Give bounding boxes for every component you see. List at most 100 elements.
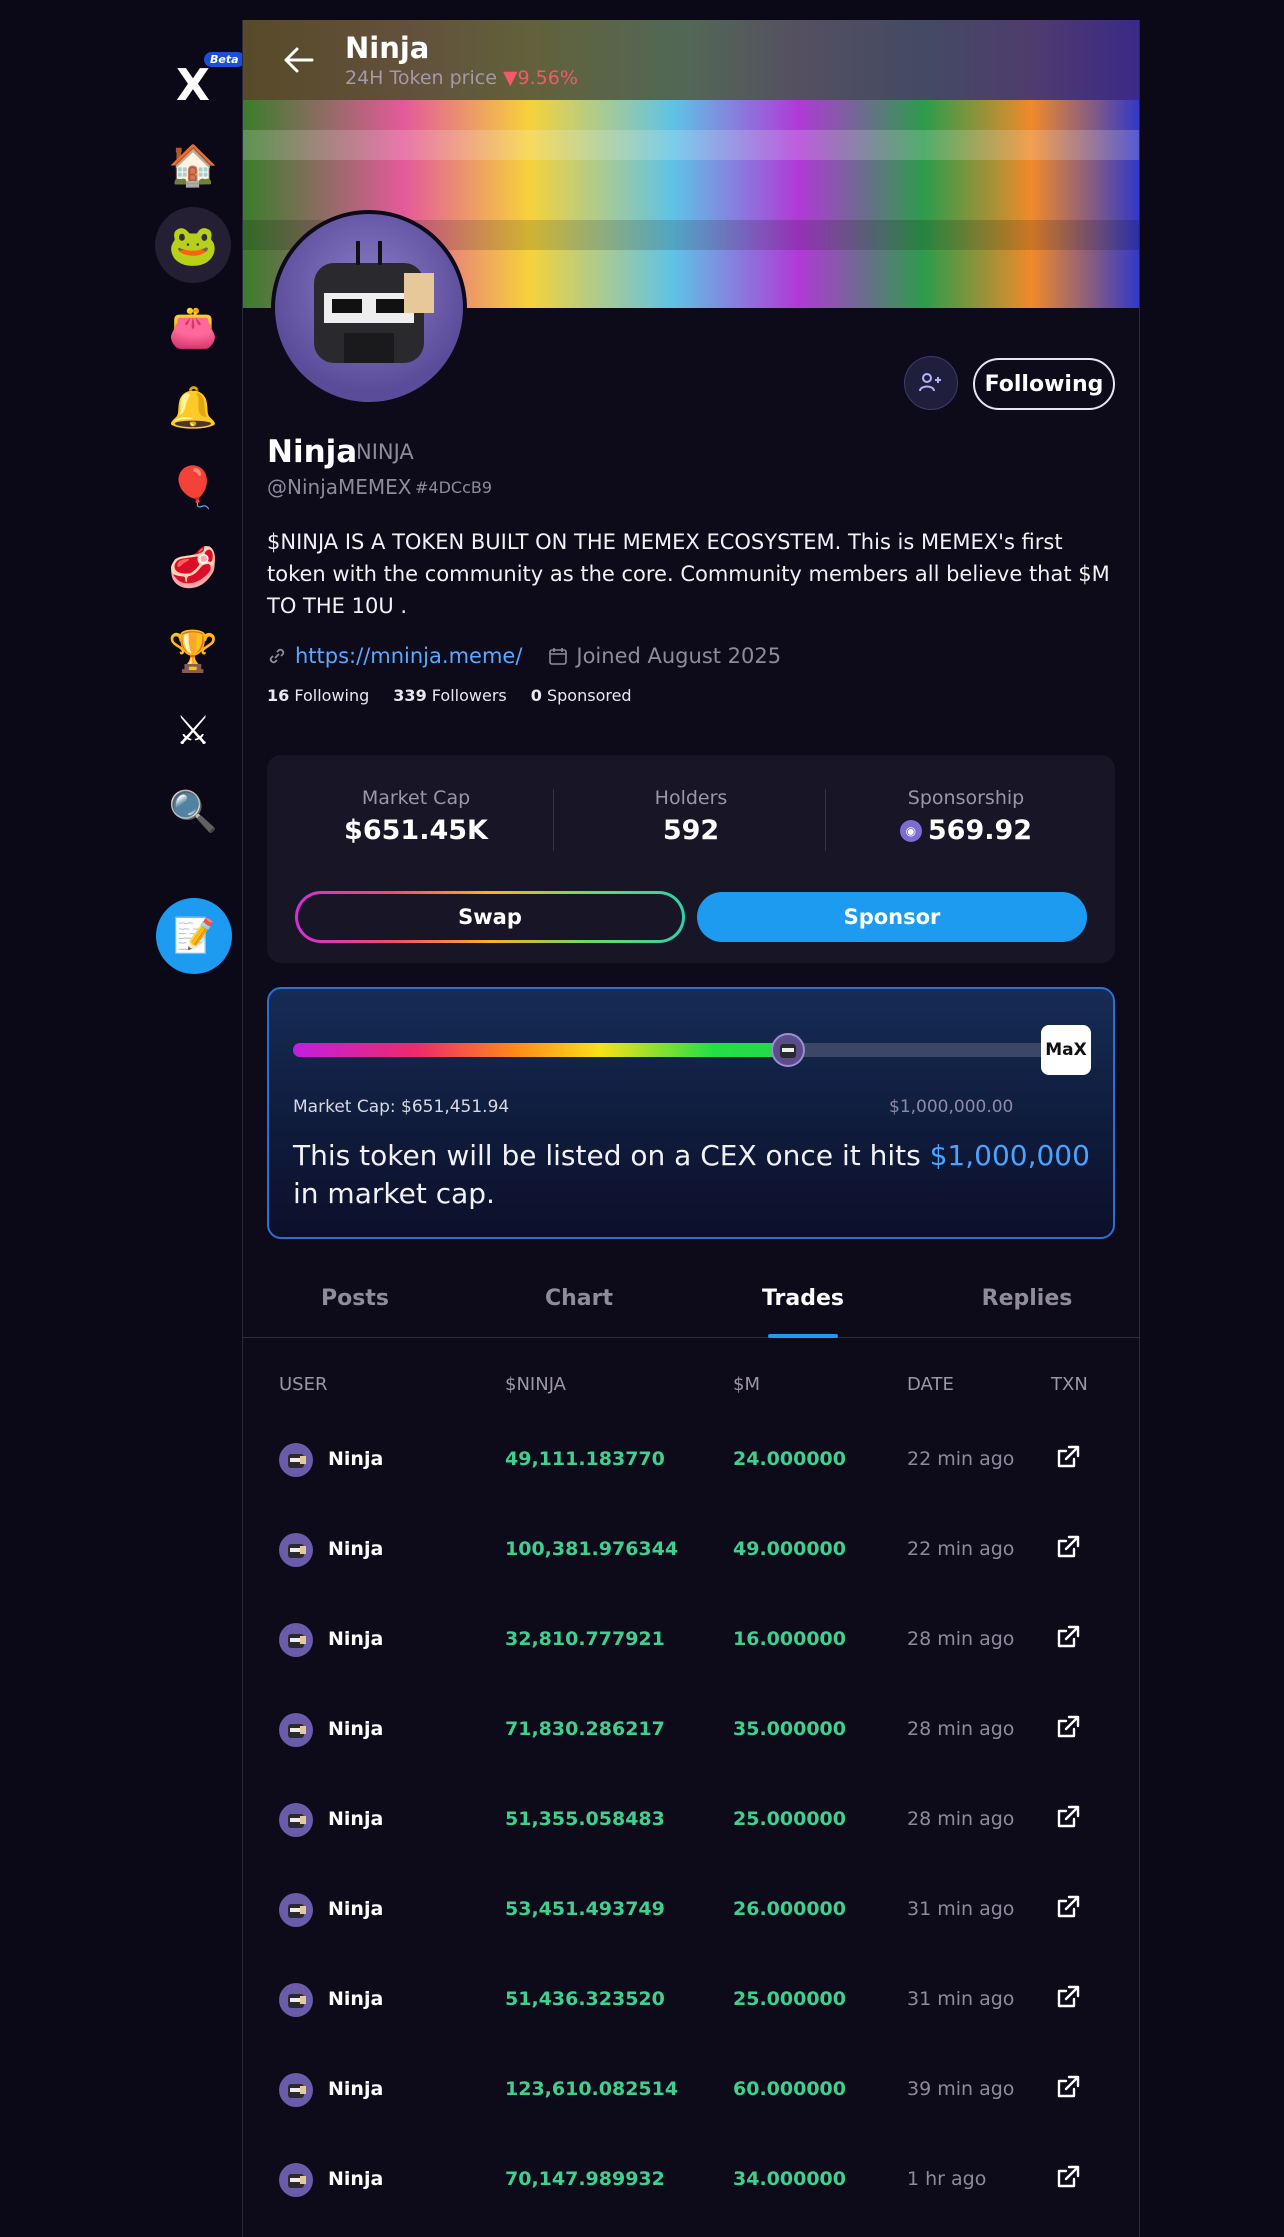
trade-date: 39 min ago xyxy=(907,2078,1015,2100)
trade-user[interactable]: Ninja xyxy=(328,2078,383,2100)
profile-name: Ninja xyxy=(267,434,358,470)
trade-date: 1 hr ago xyxy=(907,2168,987,2190)
user-avatar[interactable] xyxy=(279,1713,313,1747)
external-link-icon[interactable] xyxy=(1055,2164,1083,2192)
trade-row: Ninja 32,810.777921 16.000000 28 min ago xyxy=(243,1604,1139,1694)
external-link-icon[interactable] xyxy=(1055,1984,1083,2012)
leaderboard-icon: 🏆 xyxy=(168,628,218,675)
col-date: DATE xyxy=(907,1374,954,1395)
external-link-icon[interactable] xyxy=(1055,1714,1083,1742)
swords-icon: ⚔ xyxy=(175,708,211,754)
sponsor-people-button[interactable] xyxy=(904,356,958,410)
sidebar-item-home[interactable]: 🏠 xyxy=(150,130,236,200)
trade-row: Ninja 51,355.058483 25.000000 28 min ago xyxy=(243,1784,1139,1874)
balloon-icon: 🎈 xyxy=(168,464,218,511)
external-link-icon[interactable] xyxy=(1055,1894,1083,1922)
tab-posts[interactable]: Posts xyxy=(243,1260,467,1337)
sidebar-item-balloon[interactable]: 🎈 xyxy=(150,452,236,522)
trade-user[interactable]: Ninja xyxy=(328,1718,383,1740)
external-link-icon[interactable] xyxy=(1055,1804,1083,1832)
user-avatar[interactable] xyxy=(279,2073,313,2107)
sponsor-coin-icon: ◉ xyxy=(899,819,922,842)
joined-date: Joined August 2025 xyxy=(576,644,782,668)
trade-user[interactable]: Ninja xyxy=(328,1538,383,1560)
user-avatar[interactable] xyxy=(279,2163,313,2197)
trade-user[interactable]: Ninja xyxy=(328,1628,383,1650)
cex-message: This token will be listed on a CEX once … xyxy=(293,1139,1090,1210)
header-title: Ninja xyxy=(345,31,430,65)
trade-user[interactable]: Ninja xyxy=(328,2168,383,2190)
external-link-icon[interactable] xyxy=(1055,1534,1083,1562)
trade-date: 31 min ago xyxy=(907,1988,1015,2010)
user-avatar[interactable] xyxy=(279,1443,313,1477)
user-avatar[interactable] xyxy=(279,1893,313,1927)
trade-date: 31 min ago xyxy=(907,1898,1015,1920)
trade-user[interactable]: Ninja xyxy=(328,1988,383,2010)
user-avatar[interactable] xyxy=(279,1623,313,1657)
sidebar-item-wallet[interactable]: 👛 xyxy=(150,292,236,362)
external-link-icon[interactable] xyxy=(1055,2074,1083,2102)
trade-token-amount: 51,436.323520 xyxy=(505,1988,665,2010)
tab-replies[interactable]: Replies xyxy=(915,1260,1139,1337)
trade-date: 28 min ago xyxy=(907,1628,1015,1650)
profile-avatar[interactable] xyxy=(271,210,467,406)
trade-token-amount: 32,810.777921 xyxy=(505,1628,665,1650)
compose-button[interactable]: 📝 xyxy=(156,898,232,974)
col-user: USER xyxy=(279,1374,328,1395)
sidebar-item-leaderboard[interactable]: 🏆 xyxy=(150,616,236,686)
swap-button[interactable]: Swap xyxy=(295,891,685,943)
trade-token-amount: 100,381.976344 xyxy=(505,1538,679,1560)
sponsorship-stat: Sponsorship ◉ 569.92 xyxy=(831,787,1101,846)
trade-m-amount: 26.000000 xyxy=(733,1898,846,1920)
trade-user[interactable]: Ninja xyxy=(328,1898,383,1920)
trade-date: 22 min ago xyxy=(907,1538,1015,1560)
meat-icon: 🥩 xyxy=(168,544,218,591)
profile-meta: https://mninja.meme/ Joined August 2025 xyxy=(267,644,781,668)
trade-token-amount: 53,451.493749 xyxy=(505,1898,665,1920)
external-link-icon[interactable] xyxy=(1055,1624,1083,1652)
trade-m-amount: 25.000000 xyxy=(733,1988,846,2010)
user-avatar[interactable] xyxy=(279,1533,313,1567)
profile-tabs: Posts Chart Trades Replies xyxy=(243,1260,1139,1338)
tab-trades[interactable]: Trades xyxy=(691,1260,915,1337)
trade-token-amount: 71,830.286217 xyxy=(505,1718,665,1740)
trade-token-amount: 49,111.183770 xyxy=(505,1448,665,1470)
x-logo-icon: X Beta xyxy=(176,51,245,111)
sponsor-button[interactable]: Sponsor xyxy=(697,892,1087,942)
beta-badge: Beta xyxy=(204,51,245,67)
trade-date: 28 min ago xyxy=(907,1718,1015,1740)
link-icon xyxy=(269,648,285,664)
trade-token-amount: 123,610.082514 xyxy=(505,2078,679,2100)
progress-fill xyxy=(293,1043,788,1057)
sidebar-item-token-avatar[interactable]: 🐸 xyxy=(150,207,236,283)
following-count[interactable]: 16 Following xyxy=(267,686,369,705)
trade-row: Ninja 123,610.082514 60.000000 39 min ago xyxy=(243,2054,1139,2144)
tab-chart[interactable]: Chart xyxy=(467,1260,691,1337)
user-avatar[interactable] xyxy=(279,1983,313,2017)
col-m: $M xyxy=(733,1374,760,1395)
back-arrow-icon[interactable] xyxy=(273,34,325,86)
cex-current-market-cap: Market Cap: $651,451.94 xyxy=(293,1097,510,1117)
sidebar-item-search[interactable]: 🔍 xyxy=(150,776,236,846)
sidebar-item-swords[interactable]: ⚔ xyxy=(150,696,236,766)
calendar-icon xyxy=(549,648,568,665)
user-avatar[interactable] xyxy=(279,1803,313,1837)
sidebar-item-bell[interactable]: 🔔 xyxy=(150,372,236,442)
trade-user[interactable]: Ninja xyxy=(328,1808,383,1830)
trade-user[interactable]: Ninja xyxy=(328,1448,383,1470)
trade-token-amount: 70,147.989932 xyxy=(505,2168,665,2190)
sidebar-item-meat[interactable]: 🥩 xyxy=(150,532,236,602)
trade-row: Ninja 100,381.976344 49.000000 22 min ago xyxy=(243,1514,1139,1604)
following-button[interactable]: Following xyxy=(973,358,1115,410)
follow-counts: 16 Following 339 Followers 0 Sponsored xyxy=(267,686,632,705)
trades-table-body: Ninja 49,111.183770 24.000000 22 min ago Nin… xyxy=(243,1424,1139,2234)
trade-row: Ninja 71,830.286217 35.000000 28 min ago xyxy=(243,1694,1139,1784)
profile-bio: $NINJA IS A TOKEN BUILT ON THE MEMEX ECO… xyxy=(267,530,1110,618)
market-cap-stat: Market Cap $651.45K xyxy=(344,787,488,846)
home-icon: 🏠 xyxy=(168,142,218,189)
sponsored-count[interactable]: 0 Sponsored xyxy=(531,686,632,705)
app-logo[interactable]: X Beta xyxy=(150,50,245,120)
profile-link[interactable]: https://mninja.meme/ xyxy=(295,644,522,668)
external-link-icon[interactable] xyxy=(1055,1444,1083,1472)
followers-count[interactable]: 339 Followers xyxy=(393,686,506,705)
